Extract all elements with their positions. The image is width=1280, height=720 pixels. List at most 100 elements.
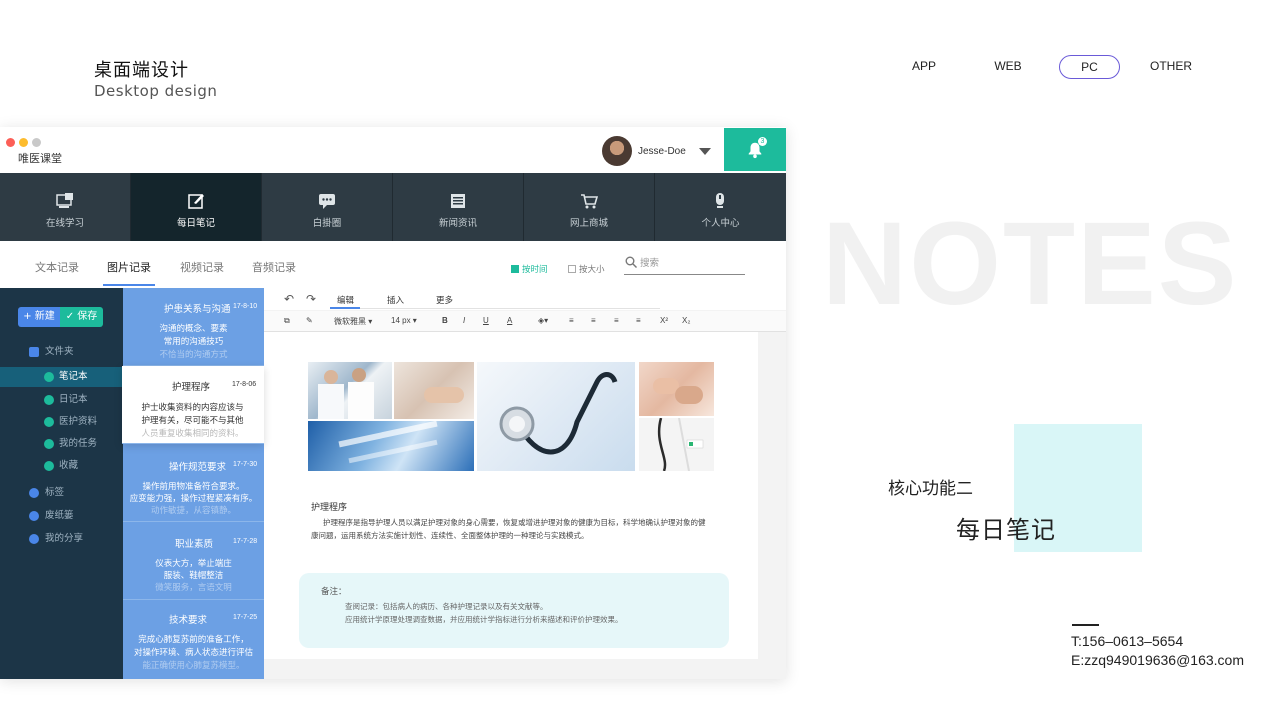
note-item-active[interactable]: 护理程序 17-8-06 护士收集资料的内容应该与 护理有关，尽可能不与其他 人… <box>122 366 264 444</box>
sidebar-item-label: 废纸篓 <box>45 510 74 521</box>
share-icon <box>29 534 39 544</box>
minimize-dot[interactable] <box>19 138 28 147</box>
user-avatar[interactable] <box>602 136 632 166</box>
tab-audio-record[interactable]: 音频记录 <box>252 259 296 275</box>
sidebar-item-share[interactable]: 我的分享 <box>0 529 123 549</box>
nav-other[interactable]: OTHER <box>1146 55 1196 79</box>
justify-icon[interactable]: ≡ <box>636 316 641 325</box>
note-preview: 服装、鞋帽整洁 <box>163 571 224 581</box>
sidebar-item-favorites[interactable]: 收藏 <box>0 456 123 476</box>
tab-text-record[interactable]: 文本记录 <box>35 259 79 275</box>
nav-web[interactable]: WEB <box>986 55 1030 79</box>
note-item[interactable]: 护患关系与沟通 17-8-10 沟通的概念、要素 常用的沟通技巧 不恰当的沟通方… <box>123 288 264 366</box>
align-right-icon[interactable]: ≡ <box>614 316 619 325</box>
font-value: 微软雅黑 <box>334 317 366 326</box>
category-nav: APP WEB PC OTHER <box>892 55 1212 79</box>
record-tabs: 文本记录 图片记录 视频记录 音频记录 按时间 按大小 搜索 <box>0 241 786 288</box>
tag-icon <box>29 488 39 498</box>
nav-profile[interactable]: 个人中心 <box>655 173 786 241</box>
copy-format-icon[interactable]: ⧉ <box>284 316 290 326</box>
sidebar-folder[interactable]: 文件夹 <box>0 342 123 362</box>
doc-heading: 护理程序 <box>311 503 348 513</box>
online-learning-icon <box>56 193 73 208</box>
subscript-button[interactable]: X₂ <box>682 316 690 325</box>
nav-chat[interactable]: 白掛圈 <box>262 173 393 241</box>
nav-label: 新闻资讯 <box>438 218 477 229</box>
remark-box[interactable]: 备注： 查阅记录：包括病人的病历、各种护理记录以及有关文献等。 应用统计学原理处… <box>299 573 729 648</box>
baby-hands-photo <box>639 362 714 416</box>
tab-insert[interactable]: 插入 <box>387 294 404 306</box>
font-size-select[interactable]: 14 px ▾ <box>391 316 417 325</box>
search-box[interactable]: 搜索 <box>624 255 745 275</box>
daily-note-icon <box>188 194 204 209</box>
note-date: 17-7-25 <box>233 614 258 621</box>
align-left-icon[interactable]: ≡ <box>569 316 574 325</box>
sidebar-item-label: 收藏 <box>59 460 79 471</box>
tab-video-record[interactable]: 视频记录 <box>180 259 224 275</box>
note-item[interactable]: 职业素质 17-7-28 仪表大方，举止端庄 服装、鞋帽整洁 微笑服务，言语文明 <box>123 522 264 600</box>
nav-label: 白掛圈 <box>312 218 342 229</box>
note-title: 护理程序 <box>172 382 211 393</box>
page-title: 桌面端设计 <box>94 60 189 81</box>
italic-button[interactable]: I <box>463 316 465 325</box>
note-preview: 不恰当的沟通方式 <box>159 350 228 360</box>
clear-format-icon[interactable]: ✎ <box>306 316 313 325</box>
sidebar-item-diary[interactable]: 日记本 <box>0 390 123 410</box>
align-center-icon[interactable]: ≡ <box>591 316 596 325</box>
feature-title: 每日笔记 <box>956 516 1056 544</box>
sidebar-item-label: 我的分享 <box>45 533 84 544</box>
sidebar-item-label: 医护资料 <box>59 416 98 427</box>
save-button[interactable]: ✓ 保存 <box>60 307 103 327</box>
sidebar-item-label: 我的任务 <box>59 438 98 449</box>
nav-news[interactable]: 新闻资讯 <box>393 173 524 241</box>
nav-pc[interactable]: PC <box>1059 55 1120 79</box>
underline-button[interactable]: U <box>483 316 489 325</box>
contact-phone: T:156–0613–5654 <box>1071 633 1184 649</box>
save-label: 保存 <box>77 311 98 322</box>
note-date: 17-8-06 <box>232 381 257 388</box>
tab-divider <box>330 308 660 309</box>
user-name[interactable]: Jesse-Doe <box>638 146 686 157</box>
nav-app[interactable]: APP <box>902 55 946 79</box>
notification-button[interactable]: 3 <box>724 128 786 171</box>
sidebar-item-tasks[interactable]: 我的任务 <box>0 434 123 454</box>
superscript-button[interactable]: X² <box>660 316 668 325</box>
page-subtitle: Desktop design <box>94 82 218 100</box>
highlight-icon[interactable]: ◈▾ <box>538 316 548 325</box>
font-select[interactable]: 微软雅黑 ▾ <box>334 316 372 327</box>
nav-label: 个人中心 <box>701 218 740 229</box>
profile-icon <box>716 193 724 208</box>
active-tab-indicator <box>330 307 360 309</box>
maximize-dot[interactable] <box>32 138 41 147</box>
remark-line: 应用统计学原理处理调查数据，并应用统计学指标进行分析来描述和评价护理效果。 <box>345 615 623 624</box>
sidebar-item-tags[interactable]: 标签 <box>0 483 123 503</box>
task-icon <box>44 439 54 449</box>
note-preview: 沟通的概念、要素 <box>159 324 228 334</box>
nurse-uniform-photo <box>639 418 714 471</box>
nav-daily-note[interactable]: 每日笔记 <box>131 173 262 241</box>
note-preview: 操作前用物准备符合要求。 <box>142 482 245 492</box>
sort-by-size[interactable]: 按大小 <box>568 263 605 275</box>
bold-button[interactable]: B <box>442 316 448 325</box>
nav-shop[interactable]: 网上商城 <box>524 173 655 241</box>
sidebar-item-notebook[interactable]: 笔记本 <box>0 367 123 387</box>
tab-image-record[interactable]: 图片记录 <box>107 259 151 275</box>
chevron-down-icon[interactable] <box>699 148 711 155</box>
note-item[interactable]: 技术要求 17-7-25 完成心肺复苏前的准备工作， 对操作环境、病人状态进行评… <box>123 600 264 679</box>
new-button[interactable]: + 新建 <box>18 307 60 327</box>
sidebar-item-medical[interactable]: 医护资料 <box>0 412 123 432</box>
tab-edit[interactable]: 编辑 <box>337 294 354 306</box>
font-color-button[interactable]: A <box>507 316 512 325</box>
redo-icon[interactable]: ↷ <box>306 292 316 306</box>
document-canvas[interactable]: 护理程序 护理程序是指导护理人员以满足护理对象的身心需要，恢复或增进护理对象的健… <box>264 332 758 659</box>
folder-icon <box>29 347 39 357</box>
close-dot[interactable] <box>6 138 15 147</box>
tab-more[interactable]: 更多 <box>436 294 453 306</box>
sidebar-item-trash[interactable]: 废纸篓 <box>0 506 123 526</box>
search-input[interactable]: 搜索 <box>640 255 659 269</box>
undo-icon[interactable]: ↶ <box>284 292 294 306</box>
nav-online-learning[interactable]: 在线学习 <box>0 173 131 241</box>
news-icon <box>451 194 465 208</box>
sort-by-time[interactable]: 按时间 <box>511 263 548 275</box>
note-item[interactable]: 操作规范要求 17-7-30 操作前用物准备符合要求。 应变能力强，操作过程紧凑… <box>123 444 264 522</box>
